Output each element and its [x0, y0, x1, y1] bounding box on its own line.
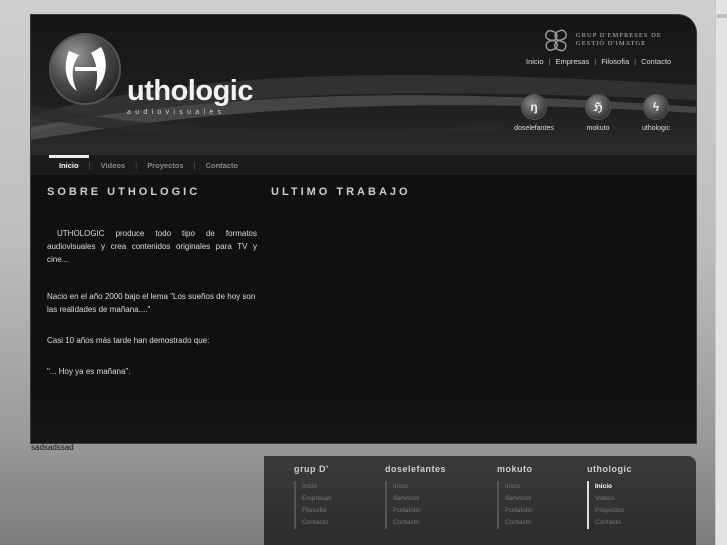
footer-col-doselefantes: doselefantes Inicio Servicios Portafolio… — [385, 464, 446, 529]
footer-link[interactable]: Empresas — [302, 493, 331, 505]
topnav-separator: | — [594, 57, 597, 66]
about-text: UTHOLOGIC produce todo tipo de formatos … — [47, 227, 257, 396]
topnav-separator: | — [634, 57, 637, 66]
footer-link[interactable]: Inicio — [505, 481, 533, 493]
tab-proyectos[interactable]: Proyectos — [137, 161, 193, 170]
footer-link[interactable]: Portafolio — [393, 505, 446, 517]
group-logo-icon — [544, 29, 567, 52]
tab-contacto[interactable]: Contacto — [196, 161, 249, 170]
footer-link[interactable]: Filosofia — [302, 505, 331, 517]
footer-link[interactable]: Videos — [595, 493, 632, 505]
group-line-2: GESTIÓ D'IMATGE — [576, 40, 647, 47]
about-paragraph-3: Casi 10 años más tarde han demostrado qu… — [47, 336, 210, 345]
footer-col-title: mokuto — [497, 464, 533, 474]
footer-link[interactable]: Contacto — [393, 517, 446, 529]
about-paragraph-2: Nacio en el año 2000 bajo el lema "Los s… — [47, 292, 256, 314]
footer-link[interactable]: Contacto — [302, 517, 331, 529]
footer-link[interactable]: Servicios — [393, 493, 446, 505]
brand-logo-icon[interactable] — [51, 35, 119, 103]
about-heading: SOBRE UTHOLOGIC — [47, 186, 201, 198]
topnav-separator: | — [548, 57, 551, 66]
footer-col-grup: grup D' Inicio Empresas Filosofia Contac… — [294, 464, 331, 529]
main-tabs: Inicio | Videos | Proyectos | Contacto — [31, 154, 696, 175]
tab-inicio[interactable]: Inicio — [49, 154, 89, 170]
topnav-contacto[interactable]: Contacto — [641, 57, 671, 66]
brand-name: uthologic — [127, 75, 253, 107]
mokuto-icon: ℌ — [586, 95, 610, 119]
brand-subtitle: audiovisuales — [127, 109, 226, 116]
scrollbar[interactable] — [715, 0, 727, 545]
footer-link[interactable]: Portafolio — [505, 505, 533, 517]
site-link-mokuto[interactable]: ℌ mokuto — [568, 95, 628, 132]
footer-link[interactable]: Contacto — [505, 517, 533, 529]
about-paragraph-4: "... Hoy ya es mañana". — [47, 367, 131, 376]
group-line-1: GRUP D'EMPRESES DE — [576, 32, 662, 39]
main-content: SOBRE UTHOLOGIC ULTIMO TRABAJO UTHOLOGIC… — [31, 175, 696, 443]
site-label: doselefantes — [514, 125, 554, 132]
footer-col-title: doselefantes — [385, 464, 447, 474]
footer: grup D' Inicio Empresas Filosofia Contac… — [264, 456, 696, 545]
footer-col-mokuto: mokuto Inicio Servicios Portafolio Conta… — [497, 464, 533, 529]
site-link-doselefantes[interactable]: ŋ doselefantes — [504, 95, 564, 132]
site-label: mokuto — [586, 125, 610, 132]
site-label: uthologic — [641, 125, 671, 132]
site-frame: uthologic audiovisuales GRUP D'EMPRESES … — [31, 15, 696, 443]
stray-text: sadsadssad — [31, 443, 74, 452]
footer-col-uthologic: uthologic Inicio Videos Proyectos Contac… — [587, 464, 632, 529]
footer-link[interactable]: Inicio — [393, 481, 446, 493]
site-link-uthologic[interactable]: ϟ uthologic — [626, 95, 686, 132]
scrollbar-thumb[interactable] — [717, 14, 727, 18]
about-paragraph-1: UTHOLOGIC produce todo tipo de formatos … — [47, 229, 257, 264]
doselefantes-icon: ŋ — [522, 95, 546, 119]
tab-videos[interactable]: Videos — [91, 161, 135, 170]
group-name: GRUP D'EMPRESES DE GESTIÓ D'IMATGE — [576, 32, 662, 48]
footer-link[interactable]: Servicios — [505, 493, 533, 505]
topnav-filosofia[interactable]: Filosofia — [601, 57, 629, 66]
footer-col-title: grup D' — [294, 464, 329, 474]
footer-link[interactable]: Inicio — [302, 481, 331, 493]
latest-work-heading: ULTIMO TRABAJO — [271, 186, 411, 198]
topnav-inicio[interactable]: Inicio — [526, 57, 544, 66]
footer-col-title: uthologic — [587, 464, 632, 474]
footer-link[interactable]: Contacto — [595, 517, 632, 529]
footer-link[interactable]: Proyectos — [595, 505, 632, 517]
footer-link-active[interactable]: Inicio — [595, 481, 632, 493]
topnav-empresas[interactable]: Empresas — [555, 57, 589, 66]
header: uthologic audiovisuales GRUP D'EMPRESES … — [31, 15, 696, 155]
top-navigation: Inicio | Empresas | Filosofia | Contacto — [526, 57, 671, 66]
uthologic-icon: ϟ — [644, 95, 668, 119]
